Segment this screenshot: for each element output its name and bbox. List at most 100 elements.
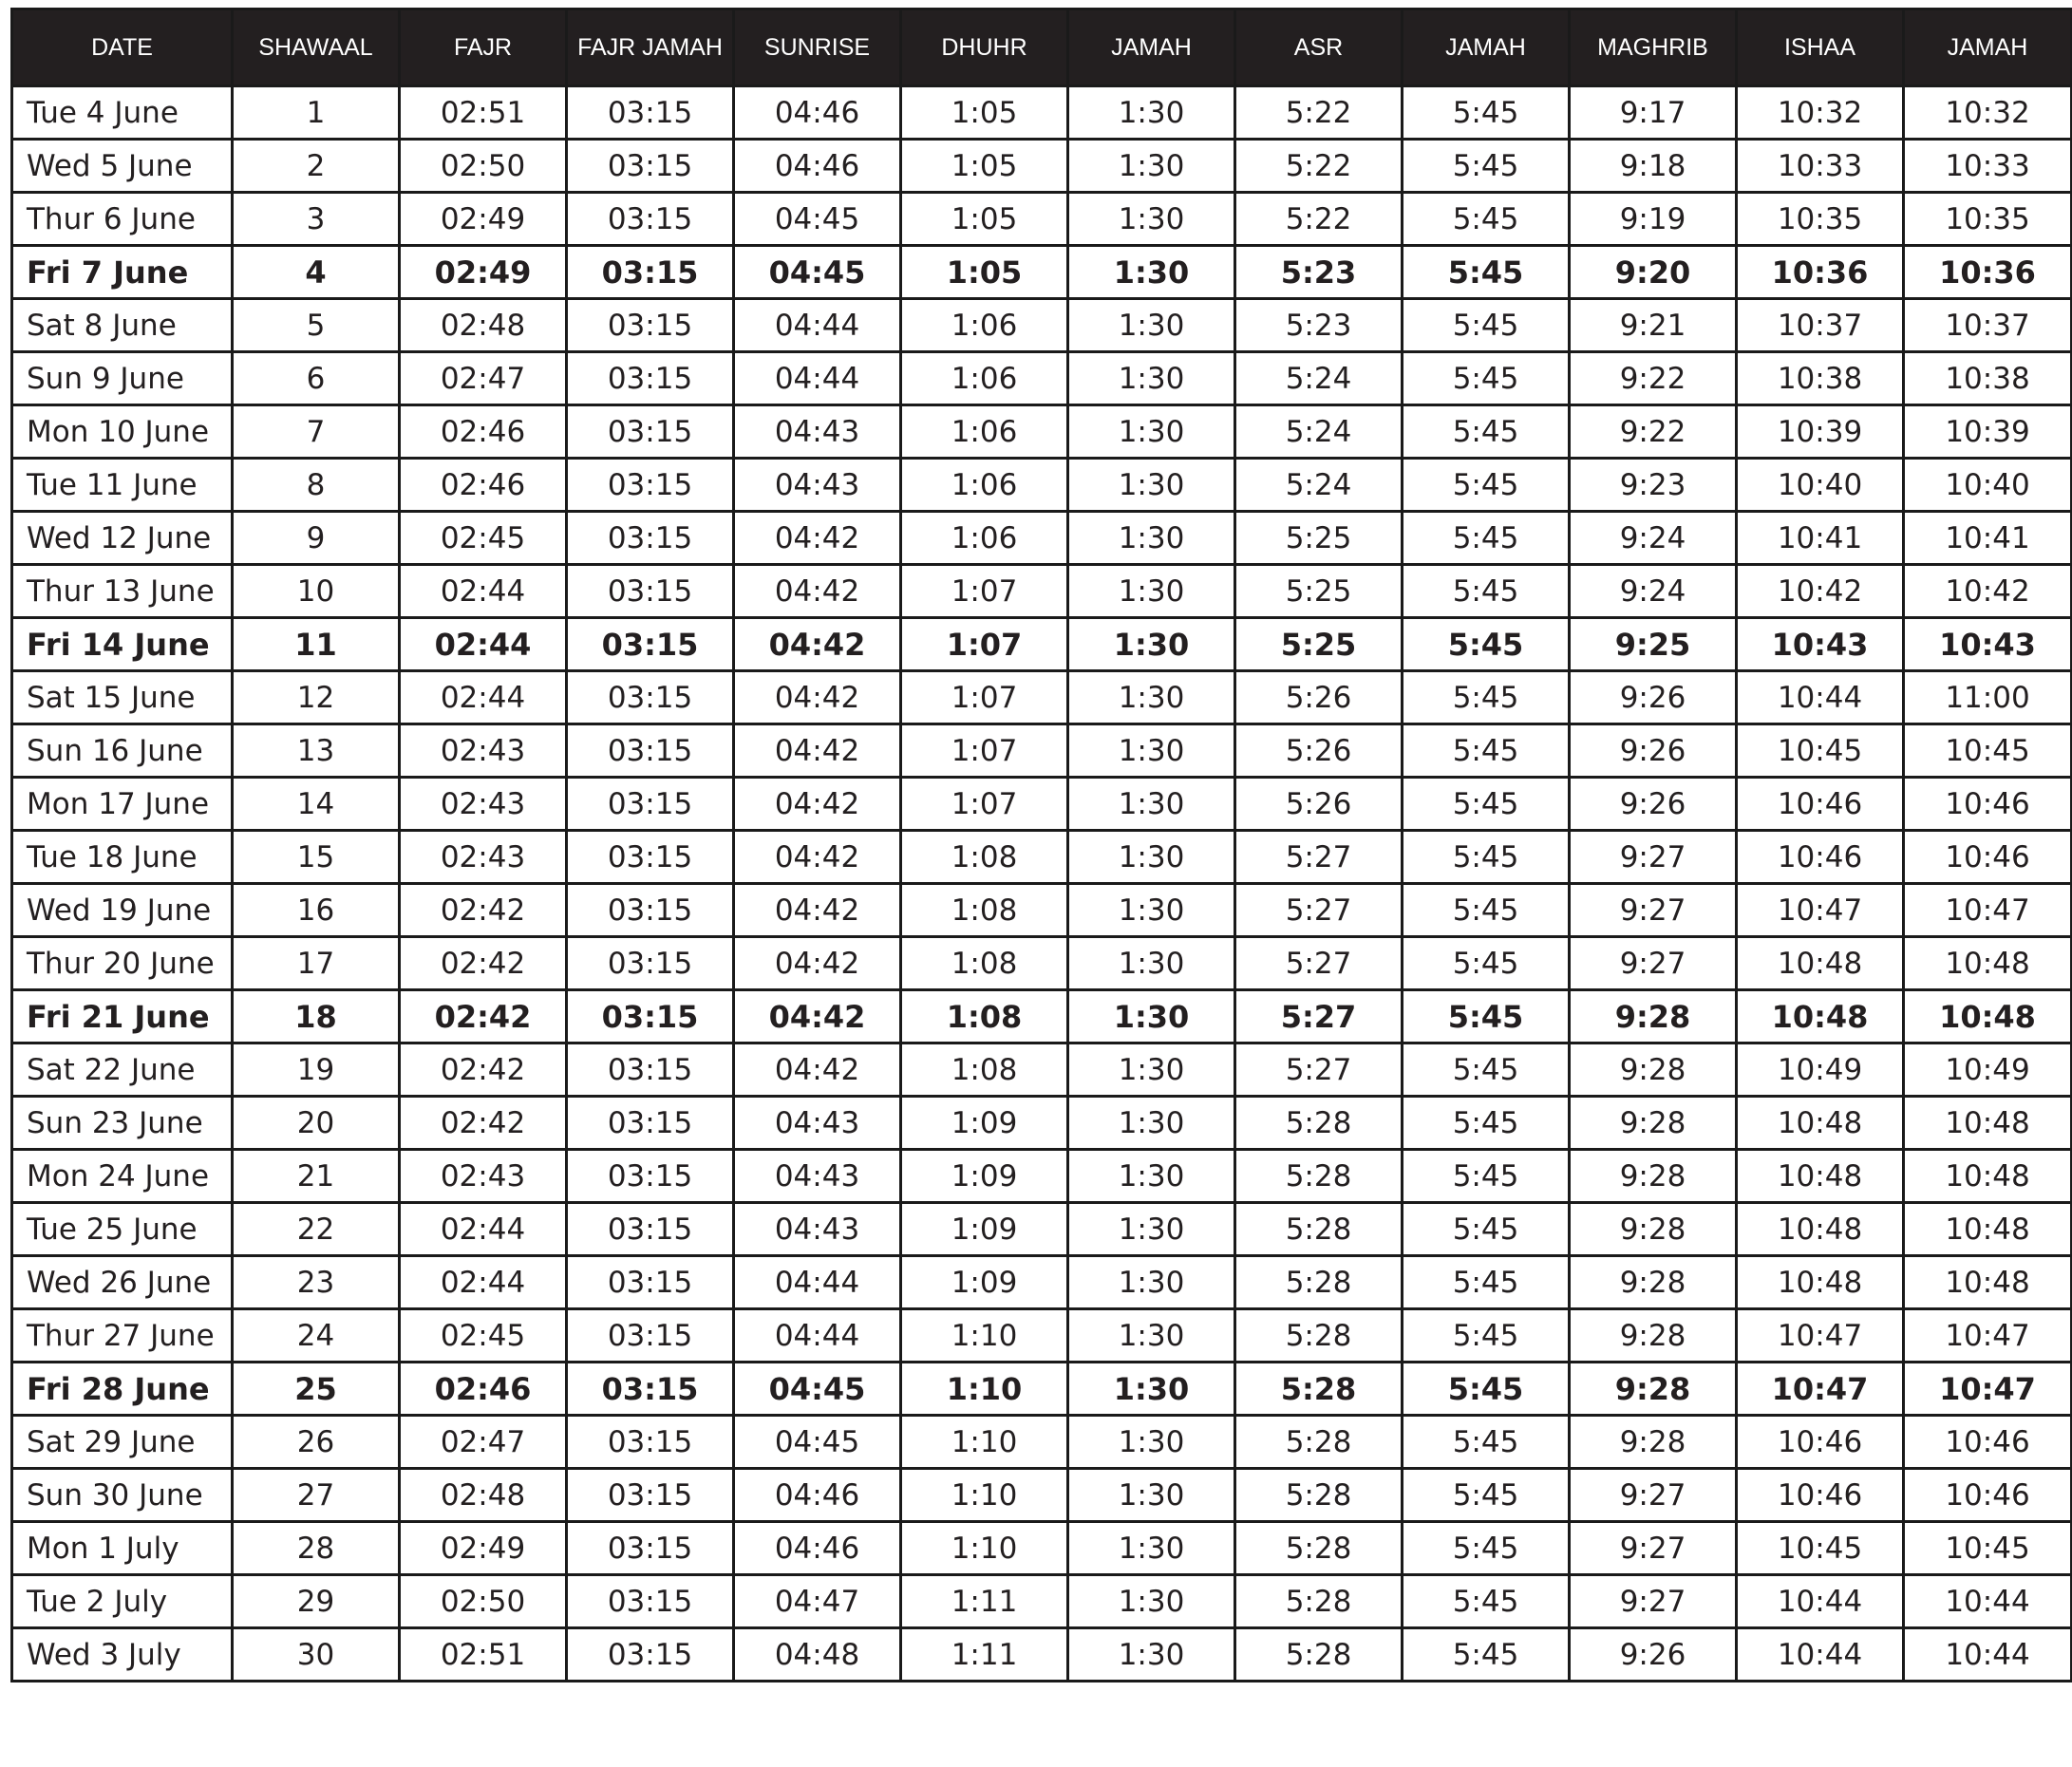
fajr-jamah-cell: 03:15 xyxy=(565,1148,735,1204)
fajr-jamah-cell: 03:15 xyxy=(565,191,735,247)
ishaa-jamah-cell: 10:48 xyxy=(1902,935,2072,991)
maghrib-cell: 9:22 xyxy=(1568,350,1738,406)
maghrib-cell: 9:28 xyxy=(1568,1148,1738,1204)
fajr-cell: 02:44 xyxy=(398,1254,568,1310)
dhuhr-jamah-cell: 1:30 xyxy=(1066,1307,1236,1363)
sunrise-cell: 04:44 xyxy=(732,297,902,353)
asr-jamah-cell: 5:45 xyxy=(1401,138,1571,194)
fajr-cell: 02:45 xyxy=(398,1307,568,1363)
sunrise-cell: 04:42 xyxy=(732,882,902,938)
dhuhr-cell: 1:09 xyxy=(899,1148,1069,1204)
asr-jamah-cell: 5:45 xyxy=(1401,350,1571,406)
asr-cell: 5:28 xyxy=(1234,1467,1403,1523)
asr-cell: 5:23 xyxy=(1234,297,1403,353)
sunrise-cell: 04:42 xyxy=(732,723,902,779)
asr-cell: 5:28 xyxy=(1234,1361,1403,1417)
fajr-jamah-cell: 03:15 xyxy=(565,988,735,1044)
sunrise-cell: 04:46 xyxy=(732,1467,902,1523)
dhuhr-jamah-cell: 1:30 xyxy=(1066,191,1236,247)
maghrib-cell: 9:27 xyxy=(1568,829,1738,885)
dhuhr-jamah-cell: 1:30 xyxy=(1066,404,1236,460)
ishaa-cell: 10:40 xyxy=(1735,457,1905,513)
date-cell: Thur 13 June xyxy=(10,563,234,619)
asr-jamah-cell: 5:45 xyxy=(1401,85,1571,141)
ishaa-cell: 10:48 xyxy=(1735,935,1905,991)
date-cell: Wed 3 July xyxy=(10,1626,234,1682)
ishaa-cell: 10:37 xyxy=(1735,297,1905,353)
ishaa-jamah-cell: 10:46 xyxy=(1902,776,2072,832)
shawaal-cell: 5 xyxy=(231,297,401,353)
ishaa-cell: 10:46 xyxy=(1735,1467,1905,1523)
sunrise-cell: 04:43 xyxy=(732,1201,902,1257)
asr-jamah-cell: 5:45 xyxy=(1401,723,1571,779)
fajr-jamah-cell: 03:15 xyxy=(565,1307,735,1363)
table-row: Tue 4 June 1 02:51 03:15 04:46 1:05 1:30 5:22 5:… xyxy=(10,85,2072,141)
dhuhr-jamah-cell: 1:30 xyxy=(1066,988,1236,1044)
shawaal-cell: 16 xyxy=(231,882,401,938)
dhuhr-cell: 1:11 xyxy=(899,1626,1069,1682)
ishaa-jamah-cell: 10:47 xyxy=(1902,882,2072,938)
ishaa-cell: 10:48 xyxy=(1735,1095,1905,1151)
date-cell: Mon 17 June xyxy=(10,776,234,832)
ishaa-jamah-cell: 10:43 xyxy=(1902,616,2072,672)
asr-jamah-cell: 5:45 xyxy=(1401,829,1571,885)
date-cell: Fri 28 June xyxy=(10,1361,234,1417)
header-asr-jamah: JAMAH xyxy=(1401,8,1571,87)
dhuhr-cell: 1:08 xyxy=(899,935,1069,991)
ishaa-cell: 10:36 xyxy=(1735,244,1905,300)
dhuhr-jamah-cell: 1:30 xyxy=(1066,1095,1236,1151)
dhuhr-jamah-cell: 1:30 xyxy=(1066,616,1236,672)
asr-jamah-cell: 5:45 xyxy=(1401,1148,1571,1204)
date-cell: Sat 22 June xyxy=(10,1042,234,1098)
asr-cell: 5:25 xyxy=(1234,510,1403,566)
date-cell: Tue 18 June xyxy=(10,829,234,885)
asr-jamah-cell: 5:45 xyxy=(1401,191,1571,247)
dhuhr-jamah-cell: 1:30 xyxy=(1066,350,1236,406)
table-row: Fri 14 June 11 02:44 03:15 04:42 1:07 1:30 5:25… xyxy=(10,616,2072,672)
asr-cell: 5:28 xyxy=(1234,1095,1403,1151)
sunrise-cell: 04:47 xyxy=(732,1573,902,1629)
maghrib-cell: 9:26 xyxy=(1568,723,1738,779)
asr-jamah-cell: 5:45 xyxy=(1401,1042,1571,1098)
asr-jamah-cell: 5:45 xyxy=(1401,1307,1571,1363)
date-cell: Tue 2 July xyxy=(10,1573,234,1629)
fajr-jamah-cell: 03:15 xyxy=(565,1573,735,1629)
ishaa-jamah-cell: 10:48 xyxy=(1902,1148,2072,1204)
dhuhr-cell: 1:08 xyxy=(899,1042,1069,1098)
fajr-jamah-cell: 03:15 xyxy=(565,1467,735,1523)
maghrib-cell: 9:27 xyxy=(1568,882,1738,938)
fajr-cell: 02:42 xyxy=(398,882,568,938)
date-cell: Thur 27 June xyxy=(10,1307,234,1363)
asr-jamah-cell: 5:45 xyxy=(1401,244,1571,300)
maghrib-cell: 9:28 xyxy=(1568,1361,1738,1417)
dhuhr-jamah-cell: 1:30 xyxy=(1066,563,1236,619)
fajr-jamah-cell: 03:15 xyxy=(565,138,735,194)
date-cell: Thur 20 June xyxy=(10,935,234,991)
asr-jamah-cell: 5:45 xyxy=(1401,669,1571,725)
dhuhr-cell: 1:11 xyxy=(899,1573,1069,1629)
fajr-cell: 02:51 xyxy=(398,85,568,141)
ishaa-jamah-cell: 10:44 xyxy=(1902,1573,2072,1629)
date-cell: Tue 11 June xyxy=(10,457,234,513)
shawaal-cell: 23 xyxy=(231,1254,401,1310)
header-ishaa: ISHAA xyxy=(1735,8,1905,87)
ishaa-cell: 10:49 xyxy=(1735,1042,1905,1098)
fajr-jamah-cell: 03:15 xyxy=(565,297,735,353)
asr-cell: 5:22 xyxy=(1234,85,1403,141)
fajr-cell: 02:44 xyxy=(398,563,568,619)
shawaal-cell: 29 xyxy=(231,1573,401,1629)
asr-jamah-cell: 5:45 xyxy=(1401,297,1571,353)
maghrib-cell: 9:27 xyxy=(1568,1467,1738,1523)
asr-jamah-cell: 5:45 xyxy=(1401,988,1571,1044)
dhuhr-cell: 1:06 xyxy=(899,404,1069,460)
date-cell: Sat 8 June xyxy=(10,297,234,353)
ishaa-jamah-cell: 10:46 xyxy=(1902,1414,2072,1470)
shawaal-cell: 18 xyxy=(231,988,401,1044)
dhuhr-cell: 1:09 xyxy=(899,1095,1069,1151)
sunrise-cell: 04:42 xyxy=(732,563,902,619)
asr-cell: 5:28 xyxy=(1234,1254,1403,1310)
header-dhuhr-jamah: JAMAH xyxy=(1066,8,1236,87)
dhuhr-jamah-cell: 1:30 xyxy=(1066,1520,1236,1576)
header-sunrise: SUNRISE xyxy=(732,8,902,87)
dhuhr-cell: 1:10 xyxy=(899,1414,1069,1470)
